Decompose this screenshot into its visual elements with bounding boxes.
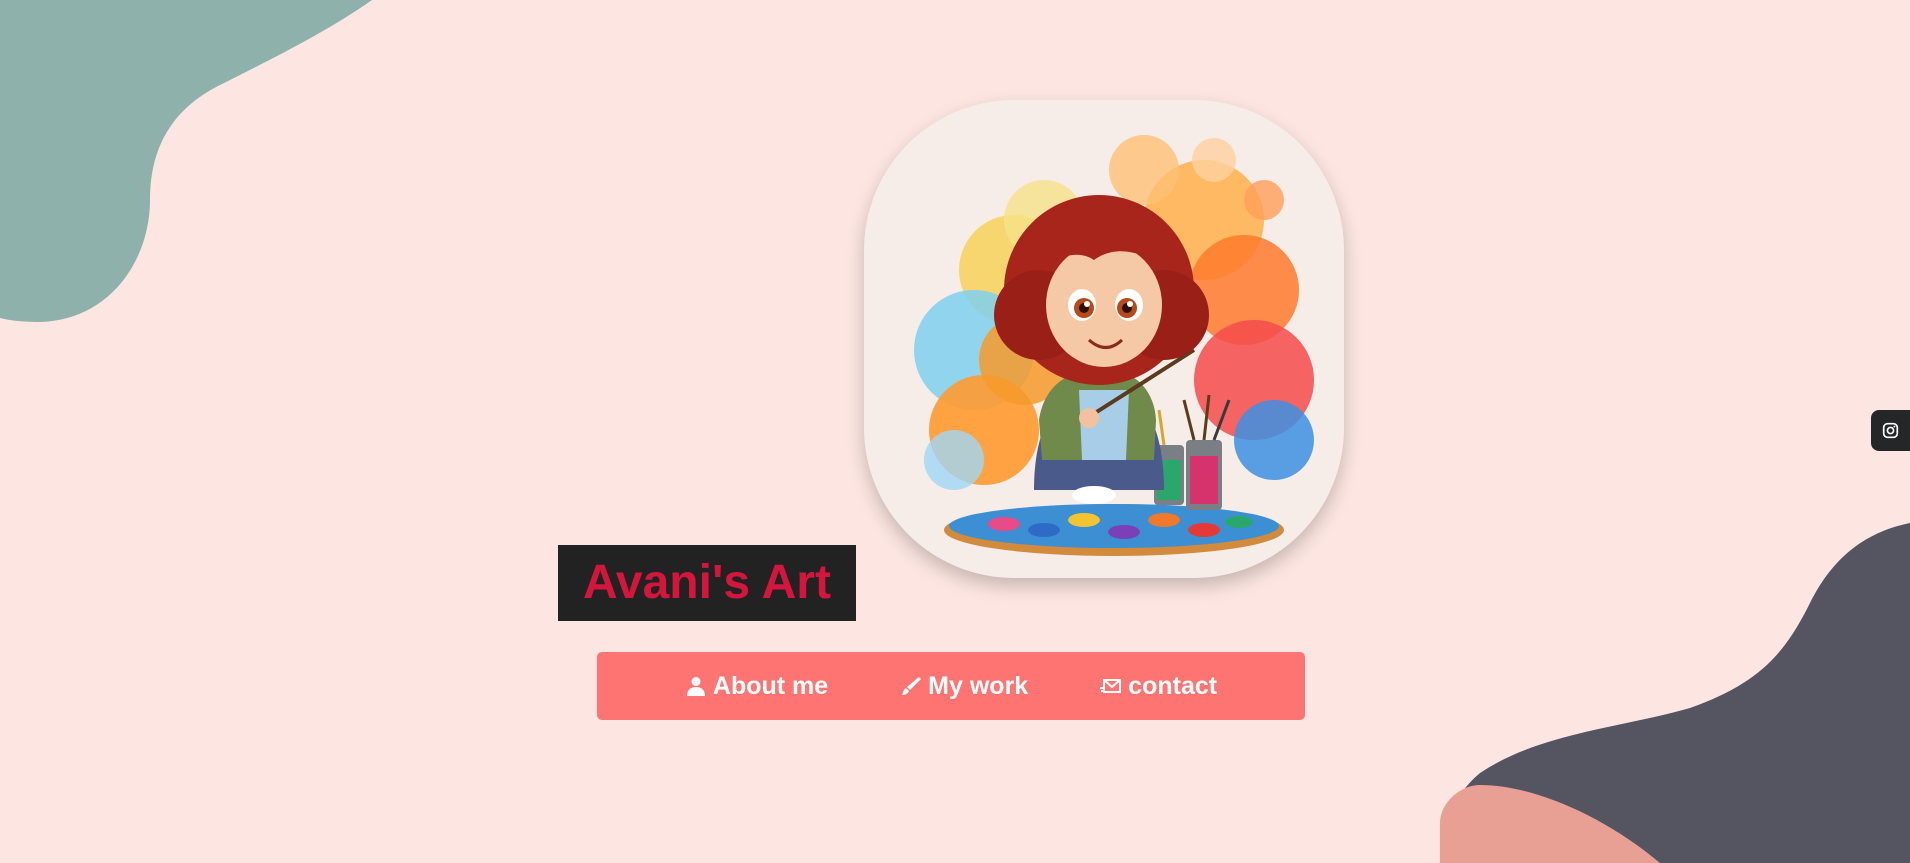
page: Avani's Art About me My work contact <box>0 0 1910 863</box>
main-nav: About me My work contact <box>597 652 1305 720</box>
site-title: Avani's Art <box>558 545 856 621</box>
nav-my-work-link[interactable]: My work <box>864 672 1064 701</box>
nav-contact-link[interactable]: contact <box>1064 672 1253 701</box>
user-icon <box>685 675 707 697</box>
decorative-blob-bottom-right <box>1440 523 1910 863</box>
decorative-blob-top-left <box>0 0 372 322</box>
instagram-icon <box>1882 422 1899 439</box>
nav-my-work-label: My work <box>928 671 1029 700</box>
instagram-link[interactable] <box>1871 410 1910 451</box>
artist-girl-illustration <box>914 135 1314 556</box>
mail-icon <box>1100 675 1122 697</box>
nav-about-me-link[interactable]: About me <box>649 672 864 701</box>
nav-contact-label: contact <box>1128 671 1218 700</box>
artist-avatar-card <box>864 100 1344 578</box>
brush-icon <box>900 675 922 697</box>
nav-about-me-label: About me <box>712 671 829 700</box>
